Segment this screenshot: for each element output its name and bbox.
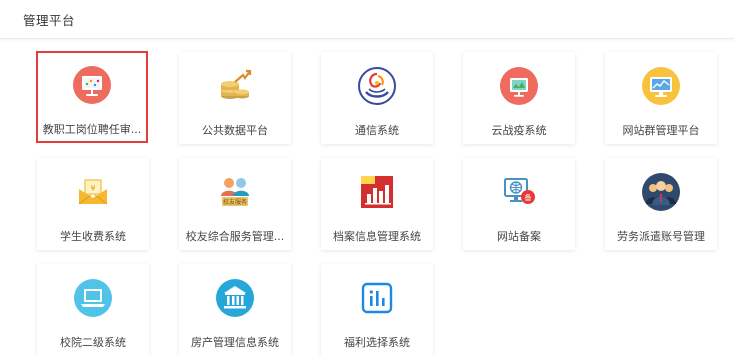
app-tile-welfare-selection[interactable]: 福利选择系统: [321, 264, 433, 356]
envelope-payment-icon: ¥: [73, 172, 113, 212]
app-label: 房产管理信息系统: [191, 336, 279, 349]
app-label: 福利选择系统: [344, 336, 410, 349]
app-label: 教职工岗位聘任审...: [42, 123, 142, 136]
app-label: 档案信息管理系统: [333, 230, 421, 243]
archive-chart-icon: [357, 172, 397, 212]
app-tile-website-filing[interactable]: 备 网站备案: [463, 158, 575, 250]
communication-logo-icon: [357, 66, 397, 106]
app-tile-alumni-service[interactable]: 校友服务 校友综合服务管理...: [179, 158, 291, 250]
app-label: 校院二级系统: [60, 336, 126, 349]
app-label: 通信系统: [355, 124, 399, 137]
app-grid: 教职工岗位聘任审... 公共数据平台 通信系统 云战疫系统 网站群管理平台 ¥ …: [0, 0, 734, 356]
laptop-icon: [73, 278, 113, 318]
app-tile-cloud-epidemic[interactable]: 云战疫系统: [463, 52, 575, 144]
app-label: 校友综合服务管理...: [185, 230, 285, 243]
filing-badge-text: 备: [525, 193, 532, 202]
website-monitor-icon: [641, 66, 681, 106]
app-tile-website-group[interactable]: 网站群管理平台: [605, 52, 717, 144]
app-tile-labor-dispatch[interactable]: 劳务派遣账号管理: [605, 158, 717, 250]
cloud-epidemic-icon: [499, 66, 539, 106]
app-label: 公共数据平台: [202, 124, 268, 137]
app-tile-two-level-system[interactable]: 校院二级系统: [37, 264, 149, 356]
app-label: 学生收费系统: [60, 230, 126, 243]
svg-text:¥: ¥: [90, 184, 95, 193]
app-label: 网站群管理平台: [622, 124, 700, 137]
app-label: 网站备案: [497, 230, 541, 243]
app-tile-communication[interactable]: 通信系统: [321, 52, 433, 144]
coins-growth-icon: [215, 66, 255, 106]
building-icon: [215, 278, 255, 318]
app-tile-property-management[interactable]: 房产管理信息系统: [179, 264, 291, 356]
app-tile-archive-management[interactable]: 档案信息管理系统: [321, 158, 433, 250]
alumni-service-icon: 校友服务: [215, 172, 255, 212]
bar-chart-icon: [357, 278, 397, 318]
app-tile-public-data[interactable]: 公共数据平台: [179, 52, 291, 144]
app-label: 劳务派遣账号管理: [617, 230, 705, 243]
presentation-board-icon: [72, 65, 112, 105]
website-filing-icon: 备: [499, 172, 539, 212]
app-tile-student-fee[interactable]: ¥ 学生收费系统: [37, 158, 149, 250]
app-label: 云战疫系统: [491, 124, 547, 137]
alumni-badge-text: 校友服务: [223, 198, 247, 206]
staff-group-icon: [641, 172, 681, 212]
app-tile-teacher-appointment[interactable]: 教职工岗位聘任审...: [36, 51, 148, 143]
